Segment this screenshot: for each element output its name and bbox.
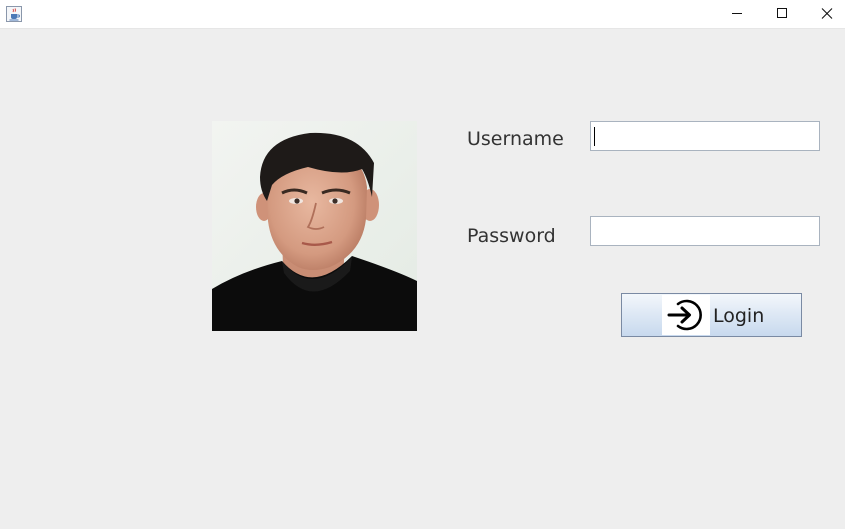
password-field[interactable]	[590, 216, 820, 246]
close-icon	[821, 8, 833, 19]
text-caret	[594, 127, 595, 146]
login-window: Username Password Login	[0, 0, 845, 529]
username-label: Username	[467, 128, 564, 150]
java-cup-icon	[6, 6, 22, 22]
minimize-icon	[732, 13, 742, 14]
close-button[interactable]	[804, 0, 845, 28]
maximize-icon	[777, 8, 787, 18]
login-arrow-icon	[662, 295, 710, 335]
minimize-button[interactable]	[714, 0, 759, 28]
password-label: Password	[467, 225, 556, 247]
title-bar	[0, 0, 845, 29]
login-button[interactable]: Login	[621, 293, 802, 337]
profile-photo	[212, 121, 417, 331]
username-field[interactable]	[590, 121, 820, 151]
login-button-label: Login	[713, 305, 765, 327]
maximize-button[interactable]	[759, 0, 804, 28]
